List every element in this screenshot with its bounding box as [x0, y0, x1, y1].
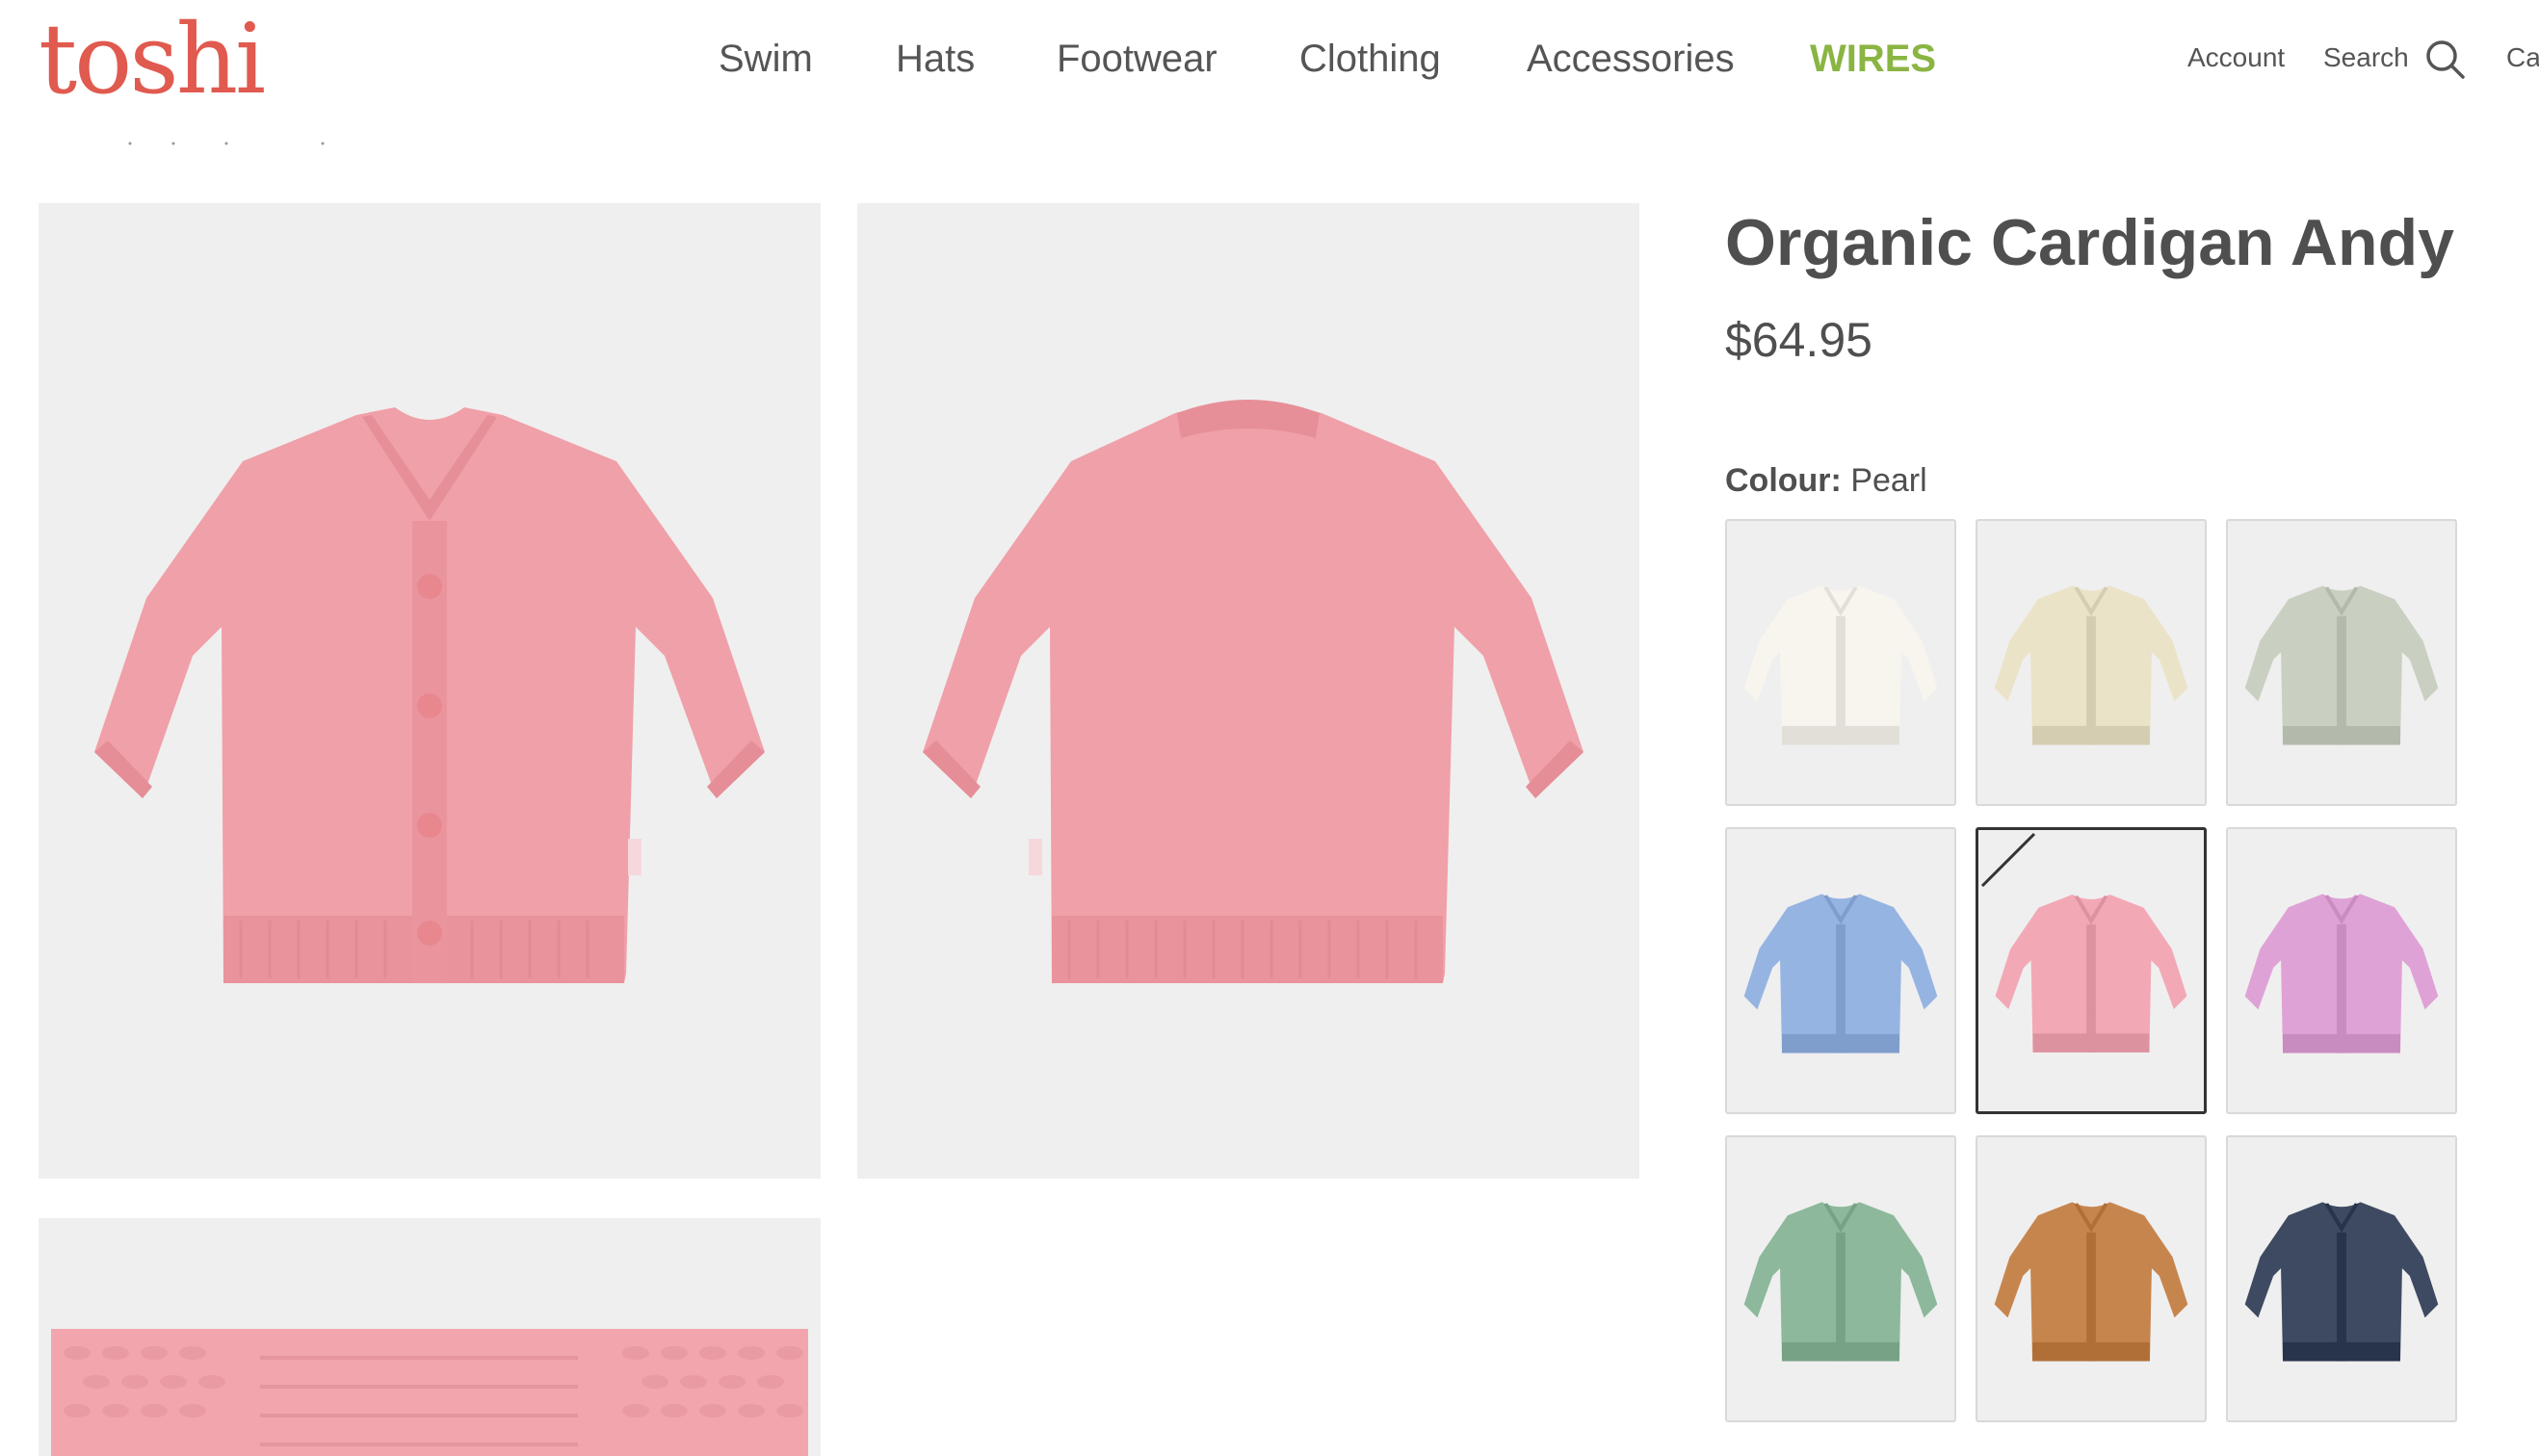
swatch-cardigan-image: [1743, 894, 1938, 1053]
colour-swatch[interactable]: [1976, 1135, 2207, 1422]
swatch-cardigan-image: [1743, 585, 1938, 745]
gallery-image-front[interactable]: [39, 203, 821, 1179]
swatch-cardigan-image: [1994, 1202, 2188, 1362]
swatch-cardigan-image: [1743, 1202, 1938, 1362]
brand-logo[interactable]: toshi: [39, 2, 266, 117]
site-header: toshi Swim Hats Footwear Clothing Access…: [0, 0, 2539, 145]
colour-label: Colour: Pearl: [1725, 459, 1927, 502]
swatch-cardigan-image: [2244, 585, 2439, 745]
cart-link[interactable]: Ca: [2506, 39, 2539, 77]
colour-swatch[interactable]: [1976, 827, 2207, 1114]
account-link[interactable]: Account: [2187, 39, 2285, 77]
nav-item-clothing[interactable]: Clothing: [1299, 35, 1441, 83]
colour-swatch[interactable]: [2226, 519, 2457, 806]
colour-swatch[interactable]: [1725, 827, 1956, 1114]
swatch-cardigan-image: [2244, 894, 2439, 1053]
colour-value: Pearl: [1850, 462, 1927, 499]
colour-swatch[interactable]: [2226, 827, 2457, 1114]
nav-item-wires[interactable]: WIRES: [1810, 35, 1936, 83]
colour-swatch[interactable]: [1976, 519, 2207, 806]
colour-swatch[interactable]: [1725, 519, 1956, 806]
search-link[interactable]: Search: [2323, 39, 2409, 77]
search-icon[interactable]: [2424, 39, 2465, 79]
nav-item-footwear[interactable]: Footwear: [1057, 35, 1217, 83]
selected-indicator-icon: [1980, 832, 2036, 888]
product-title: Organic Cardigan Andy: [1725, 206, 2454, 279]
product-price: $64.95: [1725, 313, 1872, 367]
colour-swatch[interactable]: [1725, 1135, 1956, 1422]
swatch-cardigan-image: [1994, 585, 2188, 745]
nav-item-swim[interactable]: Swim: [719, 35, 813, 83]
gallery-image-back[interactable]: [857, 203, 1639, 1179]
nav-item-hats[interactable]: Hats: [896, 35, 975, 83]
swatch-cardigan-image: [2244, 1202, 2439, 1362]
colour-key: Colour:: [1725, 462, 1842, 499]
breadcrumb-remnant: [128, 142, 325, 145]
gallery-image-knit-detail[interactable]: [39, 1218, 821, 1456]
colour-swatch[interactable]: [2226, 1135, 2457, 1422]
nav-item-accessories[interactable]: Accessories: [1527, 35, 1735, 83]
